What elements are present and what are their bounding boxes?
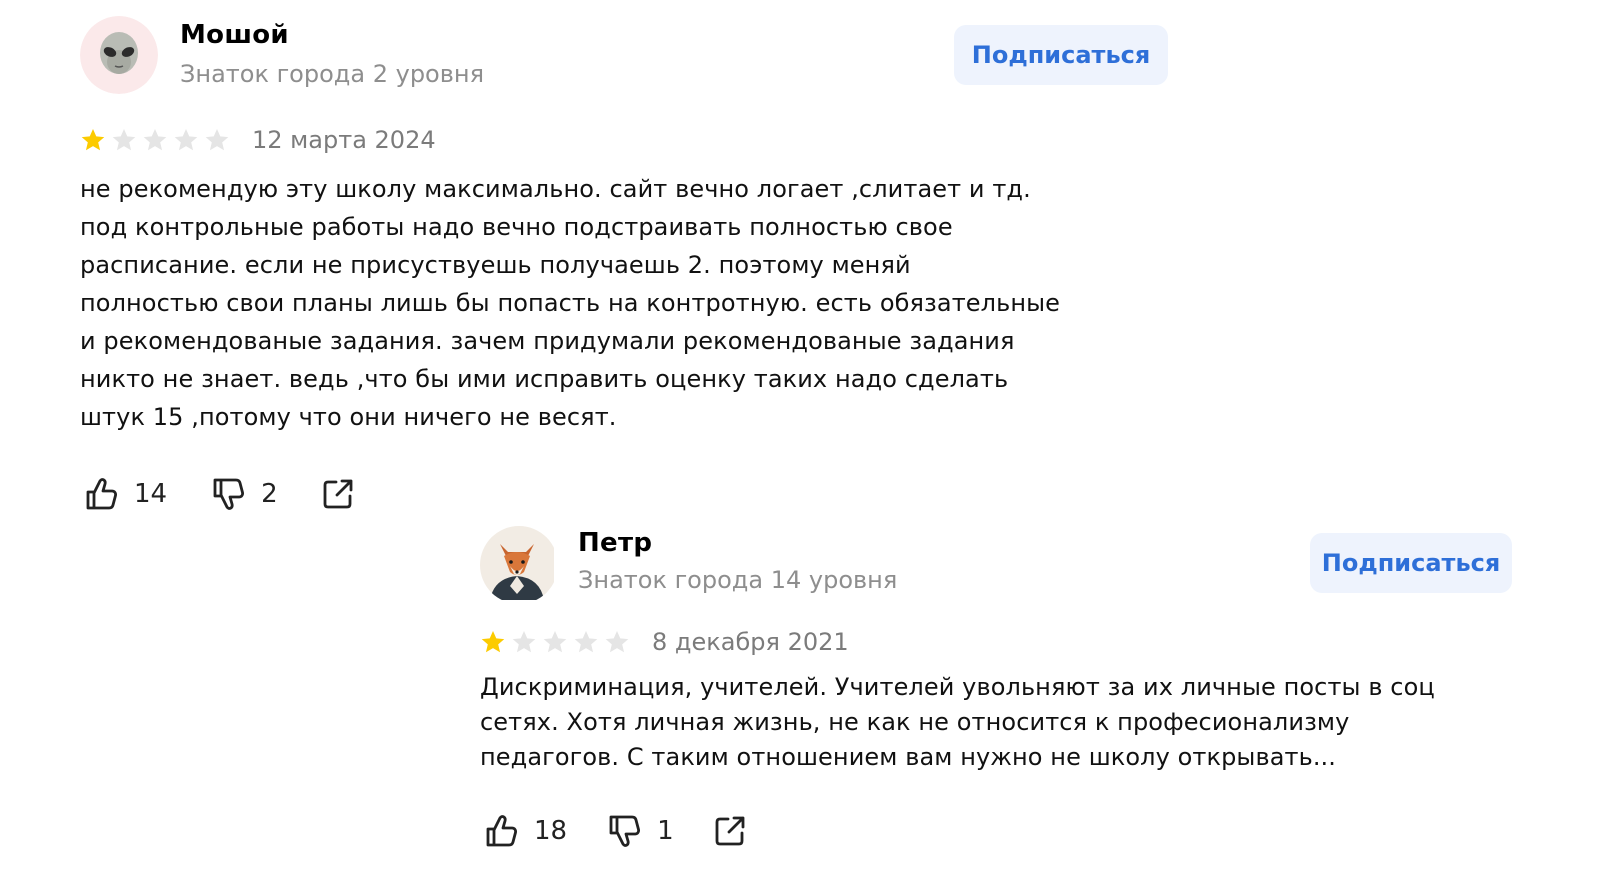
thumbs-down-icon bbox=[603, 811, 643, 851]
dislike-count: 2 bbox=[261, 479, 278, 509]
share-icon bbox=[318, 474, 358, 514]
star-empty-icon bbox=[205, 128, 229, 151]
thumbs-up-icon bbox=[80, 474, 120, 514]
subscribe-button[interactable]: Подписаться bbox=[1310, 533, 1512, 593]
star-empty-icon bbox=[143, 128, 167, 151]
review-card: Мошой Знаток города 2 уровня Подписаться… bbox=[80, 16, 1170, 518]
like-button[interactable]: 14 bbox=[80, 474, 167, 514]
star-filled-icon bbox=[81, 128, 105, 151]
review-text: Дискриминация, учителей. Учителей увольн… bbox=[480, 673, 1435, 771]
rating-stars bbox=[80, 127, 230, 153]
author-avatar[interactable] bbox=[80, 16, 158, 94]
dislike-button[interactable]: 1 bbox=[603, 811, 674, 851]
star-empty-icon bbox=[543, 630, 567, 653]
review-actions: 14 2 bbox=[80, 470, 1170, 518]
author-level: Знаток города 14 уровня bbox=[578, 566, 898, 594]
share-button[interactable] bbox=[318, 474, 358, 514]
star-empty-icon bbox=[574, 630, 598, 653]
review-text: не рекомендую эту школу максимально. сай… bbox=[80, 175, 1061, 431]
subscribe-button[interactable]: Подписаться bbox=[954, 25, 1168, 85]
review-date: 8 декабря 2021 bbox=[652, 628, 849, 656]
share-icon bbox=[710, 811, 750, 851]
like-count: 18 bbox=[534, 816, 568, 846]
author-name[interactable]: Мошой bbox=[180, 20, 289, 50]
share-button[interactable] bbox=[710, 811, 750, 851]
like-button[interactable]: 18 bbox=[480, 811, 567, 851]
review-card: Петр Знаток города 14 уровня Подписаться… bbox=[480, 526, 1520, 855]
review-date: 12 марта 2024 bbox=[252, 126, 436, 154]
review-meta: 8 декабря 2021 bbox=[480, 624, 1520, 660]
like-count: 14 bbox=[134, 479, 168, 509]
review-meta: 12 марта 2024 bbox=[80, 122, 1170, 158]
review-header: Мошой Знаток города 2 уровня Подписаться bbox=[80, 16, 1170, 94]
author-name[interactable]: Петр bbox=[578, 528, 652, 558]
author-avatar[interactable] bbox=[480, 526, 558, 604]
thumbs-up-icon bbox=[480, 811, 520, 851]
dislike-button[interactable]: 2 bbox=[207, 474, 278, 514]
author-level: Знаток города 2 уровня bbox=[180, 60, 485, 88]
star-filled-icon bbox=[481, 630, 505, 653]
rating-stars bbox=[480, 629, 630, 655]
dislike-count: 1 bbox=[657, 816, 674, 846]
star-empty-icon bbox=[512, 630, 536, 653]
thumbs-down-icon bbox=[207, 474, 247, 514]
review-actions: 18 1 bbox=[480, 807, 1520, 855]
review-header: Петр Знаток города 14 уровня Подписаться bbox=[480, 526, 1520, 604]
star-empty-icon bbox=[112, 128, 136, 151]
star-empty-icon bbox=[605, 630, 629, 653]
star-empty-icon bbox=[174, 128, 198, 151]
